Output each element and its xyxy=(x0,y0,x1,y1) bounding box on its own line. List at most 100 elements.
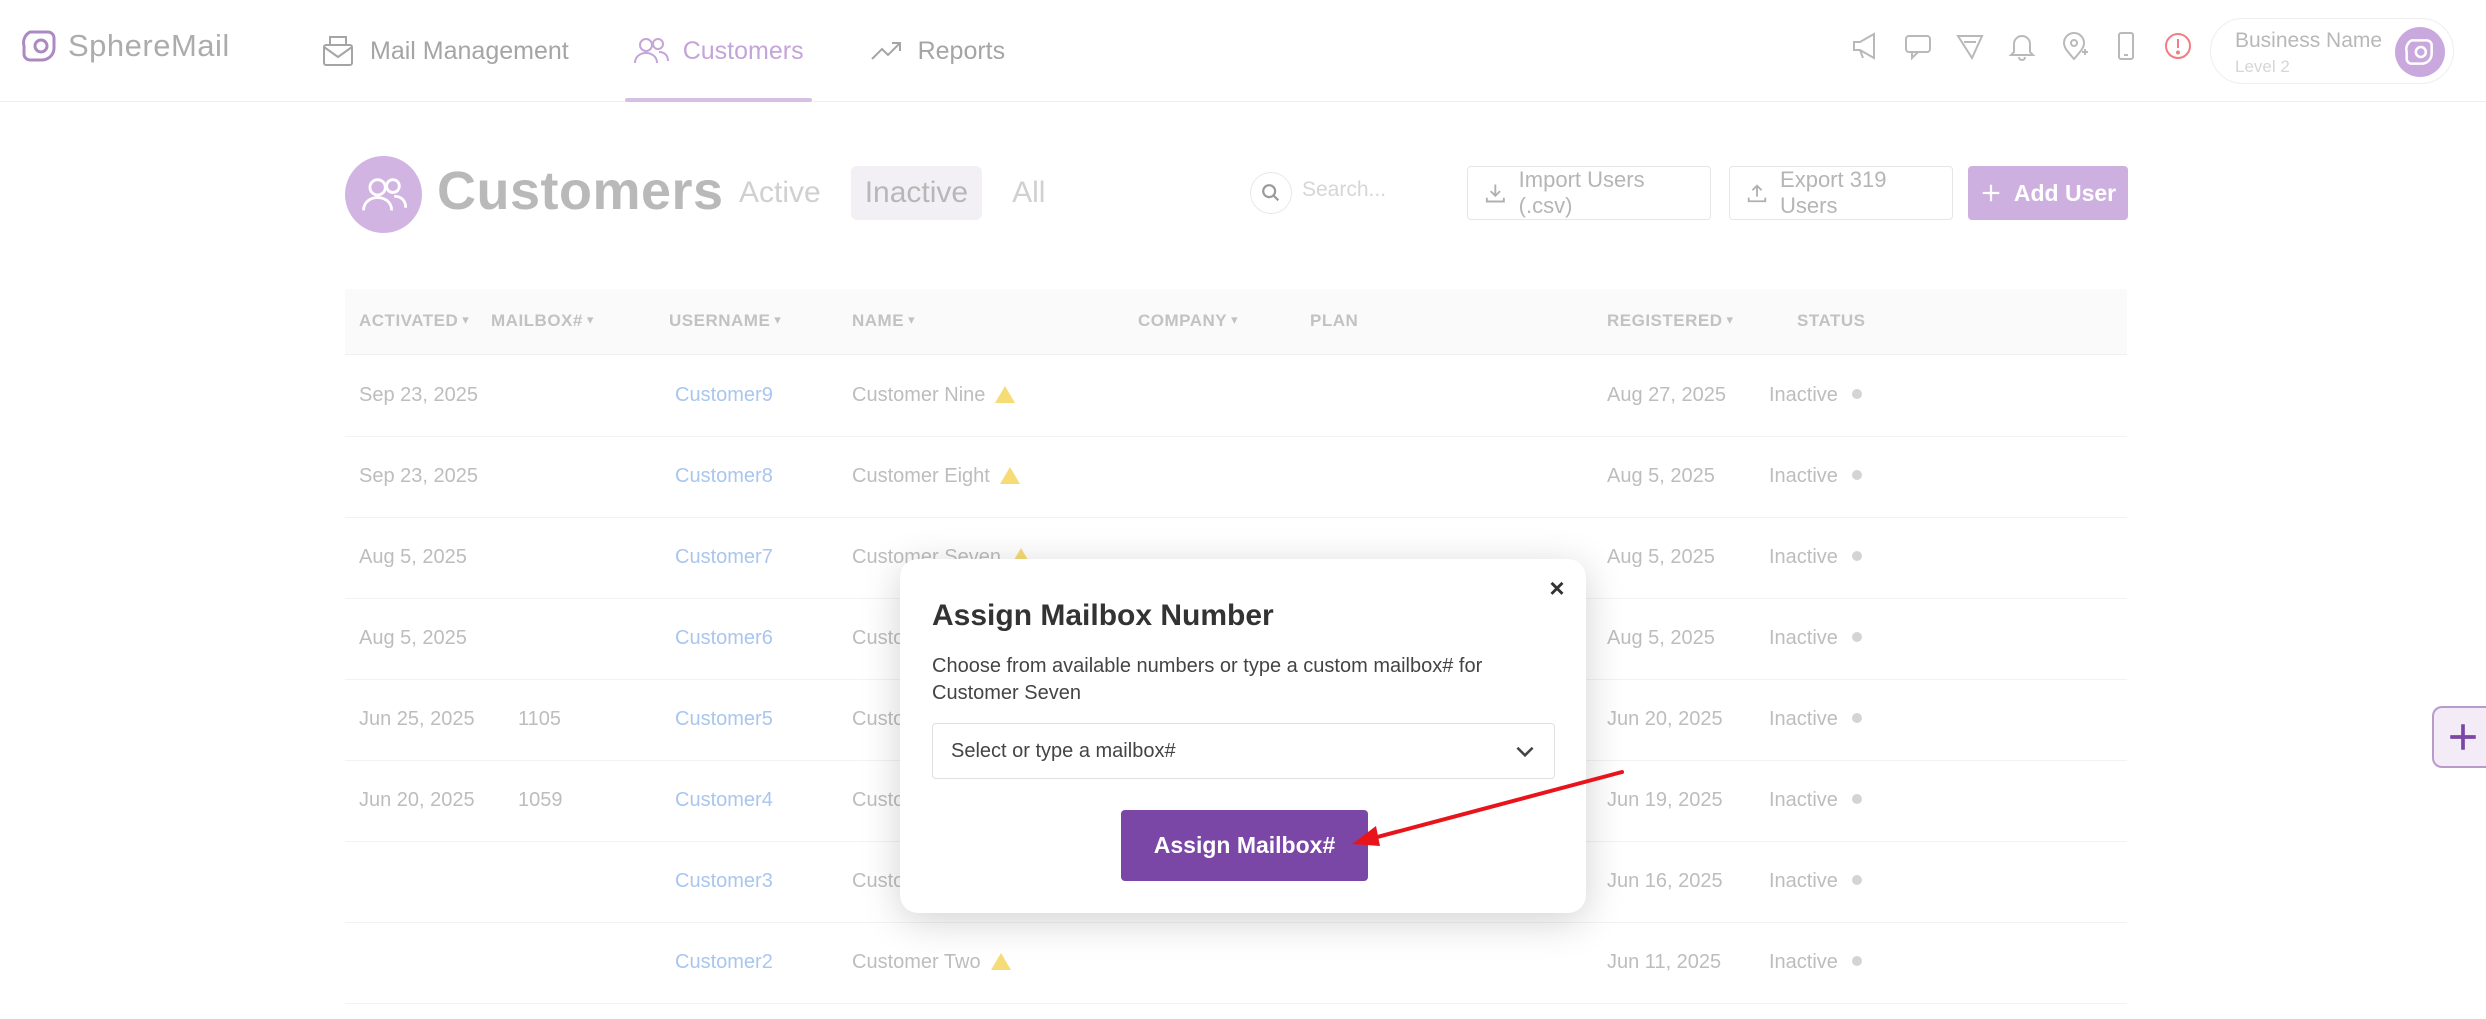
warning-icon xyxy=(995,386,1016,403)
users-icon xyxy=(633,38,669,64)
table-row[interactable]: Sep 23, 2025 Customer8 Customer Eight Au… xyxy=(345,437,2127,518)
cell-activated: Aug 5, 2025 xyxy=(359,546,467,568)
cell-name: Customer Two xyxy=(852,951,1011,974)
avatar xyxy=(2395,27,2445,77)
cell-activated: Aug 5, 2025 xyxy=(359,627,467,649)
warning-icon xyxy=(999,467,1020,484)
annotation-arrow-icon xyxy=(1352,770,1624,846)
dialog-description: Choose from available numbers or type a … xyxy=(932,655,1483,704)
quick-add-button[interactable] xyxy=(2432,706,2486,768)
logo[interactable]: SphereMail xyxy=(22,28,230,64)
cell-username[interactable]: Customer8 xyxy=(675,465,773,488)
status-filters: Active Inactive All xyxy=(725,166,1059,220)
cell-username[interactable]: Customer5 xyxy=(675,708,773,731)
column-registered[interactable]: REGISTERED ▾ xyxy=(1607,311,1734,331)
column-activated[interactable]: ACTIVATED ▾ xyxy=(359,311,469,331)
status-dot xyxy=(1851,713,1862,723)
filter-inactive[interactable]: Inactive xyxy=(850,166,983,220)
filter-icon[interactable] xyxy=(1954,30,1986,62)
customers-avatar xyxy=(345,156,422,233)
bell-icon[interactable] xyxy=(2006,30,2038,62)
status-dot xyxy=(1851,875,1862,885)
import-users-label: Import Users (.csv) xyxy=(1518,167,1645,218)
nav-label: Mail Management xyxy=(370,36,569,65)
alert-icon[interactable] xyxy=(2162,30,2194,62)
status-dot xyxy=(1851,632,1862,642)
cell-mailbox: 1059 xyxy=(518,789,563,811)
filter-all[interactable]: All xyxy=(998,166,1059,220)
cell-name: Customer Nine xyxy=(852,384,1016,407)
location-add-icon[interactable] xyxy=(2058,30,2090,62)
cell-mailbox: 1105 xyxy=(518,708,562,730)
column-mailbox[interactable]: MAILBOX# ▾ xyxy=(491,311,594,331)
cell-username[interactable]: Customer2 xyxy=(675,951,773,974)
users-icon xyxy=(361,177,407,210)
cell-status: Inactive xyxy=(1769,870,1862,893)
cell-activated: Jun 25, 2025 xyxy=(359,708,475,730)
table-row[interactable]: Sep 23, 2025 Customer9 Customer Nine Aug… xyxy=(345,356,2127,437)
cell-username[interactable]: Customer4 xyxy=(675,789,773,812)
table-row[interactable]: Customer2 Customer Two Jun 11, 2025 Inac… xyxy=(345,923,2127,1004)
cell-status: Inactive xyxy=(1769,384,1862,407)
cell-username[interactable]: Customer7 xyxy=(675,546,773,569)
cell-name: Custo xyxy=(852,708,905,730)
cell-status: Inactive xyxy=(1769,708,1862,731)
cell-registered: Jun 20, 2025 xyxy=(1607,708,1723,730)
chevron-down-icon: ▾ xyxy=(462,312,470,327)
add-user-label: Add User xyxy=(2013,179,2117,206)
profile-menu[interactable]: Business Name Level 2 xyxy=(2210,18,2454,84)
page-title: Customers xyxy=(437,161,724,221)
top-bar: SphereMail Mail Management Customers Rep… xyxy=(0,0,2486,102)
main-nav: Mail Management Customers Reports xyxy=(312,0,1013,102)
cell-username[interactable]: Customer6 xyxy=(675,627,773,650)
assign-mailbox-button[interactable]: Assign Mailbox# xyxy=(1121,810,1368,881)
profile-level: Level 2 xyxy=(2235,57,2290,76)
cell-activated: Jun 20, 2025 xyxy=(359,789,475,811)
cell-activated: Sep 23, 2025 xyxy=(359,384,478,406)
search-icon[interactable] xyxy=(1250,172,1292,214)
column-plan: PLAN xyxy=(1310,311,1359,330)
status-dot xyxy=(1851,551,1862,561)
column-name[interactable]: NAME ▾ xyxy=(852,311,915,331)
cell-name: Customer Eight xyxy=(852,465,1020,488)
cell-status: Inactive xyxy=(1769,546,1862,569)
mailbox-select-placeholder: Select or type a mailbox# xyxy=(951,739,1176,762)
logo-text: SphereMail xyxy=(68,28,230,63)
export-users-label: Export 319 Users xyxy=(1780,167,1887,218)
nav-reports[interactable]: Reports xyxy=(860,0,1014,102)
close-icon[interactable]: × xyxy=(1542,573,1572,603)
column-username[interactable]: USERNAME ▾ xyxy=(669,311,781,331)
dialog-title: Assign Mailbox Number xyxy=(932,599,1274,632)
megaphone-icon[interactable] xyxy=(1850,30,1882,62)
cell-username[interactable]: Customer9 xyxy=(675,384,773,407)
import-users-button[interactable]: Import Users (.csv) xyxy=(1467,166,1711,220)
filter-active[interactable]: Active xyxy=(725,166,835,220)
search-input[interactable] xyxy=(1302,178,1432,202)
nav-mail-management[interactable]: Mail Management xyxy=(312,0,577,102)
export-users-button[interactable]: Export 319 Users xyxy=(1729,166,1953,220)
profile-name: Business Name xyxy=(2235,29,2383,52)
cell-name: Custo xyxy=(852,627,905,649)
search-box xyxy=(1250,172,1432,216)
add-user-button[interactable]: Add User xyxy=(1968,166,2128,220)
nav-customers[interactable]: Customers xyxy=(624,0,812,102)
chevron-down-icon: ▾ xyxy=(774,312,782,327)
chevron-down-icon: ▾ xyxy=(1726,312,1734,327)
cell-username[interactable]: Customer3 xyxy=(675,870,773,893)
column-company[interactable]: COMPANY ▾ xyxy=(1138,311,1238,331)
phone-icon[interactable] xyxy=(2110,30,2142,62)
cell-registered: Aug 5, 2025 xyxy=(1607,546,1715,568)
chat-icon[interactable] xyxy=(1902,30,1934,62)
chevron-down-icon: ▾ xyxy=(908,312,916,327)
cell-activated: Sep 23, 2025 xyxy=(359,465,478,487)
trend-icon xyxy=(870,42,901,60)
cell-registered: Jun 16, 2025 xyxy=(1607,870,1723,892)
cell-status: Inactive xyxy=(1769,627,1862,650)
status-dot xyxy=(1851,389,1862,399)
warning-icon xyxy=(990,953,1011,970)
cell-registered: Aug 27, 2025 xyxy=(1607,384,1726,406)
logo-icon xyxy=(2405,39,2433,65)
status-dot xyxy=(1851,470,1862,480)
cell-status: Inactive xyxy=(1769,789,1862,812)
table-header: ACTIVATED ▾ MAILBOX# ▾ USERNAME ▾ NAME ▾ COM… xyxy=(345,289,2127,355)
